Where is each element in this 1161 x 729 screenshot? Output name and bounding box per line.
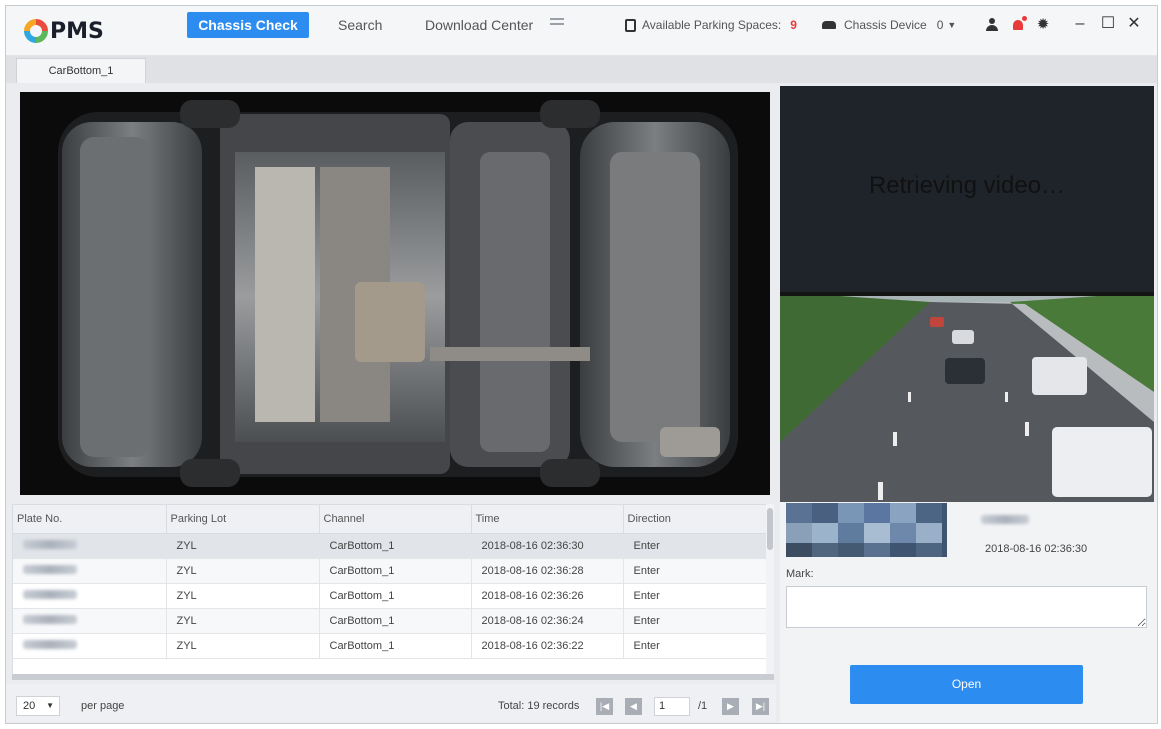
next-page-icon[interactable]: ▶	[722, 698, 739, 715]
time-cell: 2018-08-16 02:36:22	[471, 633, 624, 659]
table-vertical-scrollbar[interactable]	[766, 504, 774, 680]
nav-download-center[interactable]: Download Center	[425, 12, 533, 38]
parking-status: Available Parking Spaces: 9	[625, 12, 797, 38]
logo-icon	[24, 19, 48, 43]
prev-page-icon[interactable]: ◀	[625, 698, 642, 715]
time-cell: 2018-08-16 02:36:26	[471, 583, 624, 609]
mark-label: Mark:	[786, 568, 814, 580]
road-camera-image	[780, 292, 1154, 502]
total-pages: /1	[698, 700, 708, 712]
tab-carbottom-1[interactable]: CarBottom_1	[16, 58, 146, 83]
table-row[interactable]: ZYL CarBottom_1 2018-08-16 02:36:22 Ente…	[13, 633, 773, 659]
more-menu-icon[interactable]	[550, 18, 564, 30]
nav-chassis-check[interactable]: Chassis Check	[187, 12, 309, 38]
open-button[interactable]: Open	[850, 665, 1083, 704]
parking-lot-cell: ZYL	[166, 608, 320, 634]
blurred-plate	[23, 564, 77, 574]
user-icon[interactable]	[985, 18, 999, 32]
plate-cell	[13, 608, 167, 634]
plate-cell	[13, 533, 167, 559]
time-cell: 2018-08-16 02:36:30	[471, 533, 624, 559]
parking-label: Available Parking Spaces:	[642, 18, 782, 32]
page-size-select[interactable]: 20 ▼	[16, 696, 60, 716]
chassis-count: 0	[936, 18, 944, 32]
parking-lot-cell: ZYL	[166, 558, 320, 584]
page-size-value: 20	[23, 700, 36, 712]
channel-cell: CarBottom_1	[319, 633, 472, 659]
parking-icon	[625, 18, 636, 32]
column-header-parking-lot[interactable]: Parking Lot	[166, 505, 320, 534]
channel-cell: CarBottom_1	[319, 533, 472, 559]
direction-cell: Enter	[623, 558, 773, 584]
direction-cell: Enter	[623, 608, 773, 634]
parking-lot-cell: ZYL	[166, 633, 320, 659]
time-cell: 2018-08-16 02:36:24	[471, 608, 624, 634]
gear-icon[interactable]: ✹	[1036, 17, 1050, 32]
logo-text: PMS	[50, 18, 104, 44]
blurred-plate	[23, 614, 77, 624]
first-page-icon[interactable]: |◀	[596, 698, 613, 715]
chassis-device-dropdown[interactable]: Chassis Device 0 ▼	[822, 12, 956, 38]
column-header-direction[interactable]: Direction	[623, 505, 773, 534]
blurred-plate	[23, 639, 77, 649]
channel-cell: CarBottom_1	[319, 608, 472, 634]
app-logo: PMS	[24, 18, 104, 44]
detail-time: 2018-08-16 02:36:30	[985, 543, 1088, 555]
plate-snapshot	[786, 503, 947, 557]
direction-cell: Enter	[623, 583, 773, 609]
nav-search[interactable]: Search	[338, 12, 382, 38]
total-records: Total: 19 records	[498, 700, 580, 712]
plate-cell	[13, 583, 167, 609]
close-button[interactable]: ✕	[1126, 14, 1142, 34]
alarm-icon[interactable]	[1011, 16, 1027, 32]
column-header-plate[interactable]: Plate No.	[13, 505, 167, 534]
parking-lot-cell: ZYL	[166, 533, 320, 559]
retrieving-video-text: Retrieving video…	[868, 172, 1066, 199]
detail-plate-text	[981, 513, 1029, 527]
direction-cell: Enter	[623, 533, 773, 559]
table-row[interactable]: ZYL CarBottom_1 2018-08-16 02:36:26 Ente…	[13, 583, 773, 609]
blurred-plate	[23, 589, 77, 599]
live-video-panel: Retrieving video…	[780, 86, 1154, 293]
table-row[interactable]: ZYL CarBottom_1 2018-08-16 02:36:30 Ente…	[13, 533, 773, 559]
maximize-button[interactable]: ☐	[1100, 14, 1116, 34]
channel-cell: CarBottom_1	[319, 583, 472, 609]
car-icon	[822, 21, 836, 29]
chevron-down-icon: ▼	[947, 20, 957, 30]
chevron-down-icon: ▼	[46, 701, 54, 710]
parking-count: 9	[790, 18, 797, 32]
column-header-channel[interactable]: Channel	[319, 505, 472, 534]
mark-input[interactable]	[786, 586, 1147, 628]
parking-lot-cell: ZYL	[166, 583, 320, 609]
direction-cell: Enter	[623, 633, 773, 659]
column-header-time[interactable]: Time	[471, 505, 624, 534]
plate-cell	[13, 558, 167, 584]
page-number-input[interactable]: 1	[654, 697, 690, 716]
time-cell: 2018-08-16 02:36:28	[471, 558, 624, 584]
plate-cell	[13, 633, 167, 659]
table-row[interactable]: ZYL CarBottom_1 2018-08-16 02:36:28 Ente…	[13, 558, 773, 584]
table-horizontal-scrollbar[interactable]	[12, 674, 774, 680]
tab-strip: CarBottom_1	[6, 56, 1157, 83]
records-table: Plate No. Parking Lot Channel Time Direc…	[12, 504, 774, 680]
undercarriage-image	[20, 92, 770, 495]
chassis-label: Chassis Device	[844, 18, 927, 32]
per-page-label: per page	[81, 700, 125, 712]
channel-cell: CarBottom_1	[319, 558, 472, 584]
table-row[interactable]: ZYL CarBottom_1 2018-08-16 02:36:24 Ente…	[13, 608, 773, 634]
last-page-icon[interactable]: ▶|	[752, 698, 769, 715]
blurred-plate	[23, 539, 77, 549]
minimize-button[interactable]: –	[1072, 14, 1088, 34]
